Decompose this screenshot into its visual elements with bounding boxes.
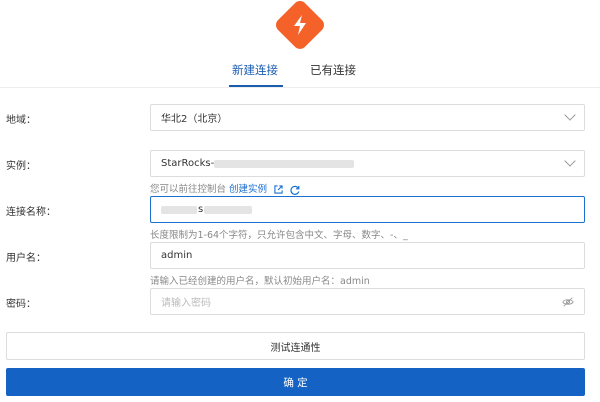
external-link-icon[interactable]: [274, 185, 283, 194]
instance-hint: 您可以前往控制台 创建实例: [150, 181, 300, 195]
create-instance-link[interactable]: 创建实例: [229, 184, 267, 195]
username-input[interactable]: admin: [150, 242, 585, 269]
redacted-instance-id: [214, 159, 355, 168]
connection-name-visible-char: s: [198, 204, 204, 215]
password-placeholder: 请输入密码: [161, 298, 211, 309]
tab-new-connection[interactable]: 新建连接: [232, 62, 278, 78]
region-value: 华北2（北京）: [161, 114, 228, 125]
username-hint: 请输入已经创建的用户名，默认初始用户名：admin: [150, 276, 370, 287]
connection-name-input[interactable]: s: [150, 196, 585, 223]
instance-hint-text: 您可以前往控制台: [150, 184, 227, 195]
instance-label: 实例：: [6, 161, 36, 172]
username-label: 用户名：: [6, 253, 46, 264]
password-input[interactable]: 请输入密码: [150, 288, 585, 315]
region-select[interactable]: 华北2（北京）: [150, 104, 585, 131]
refresh-icon[interactable]: [290, 185, 300, 195]
tabs-divider: [0, 87, 600, 88]
redacted-name-part: [204, 205, 253, 214]
eye-off-icon[interactable]: [562, 296, 574, 308]
brand-logo-icon: [273, 0, 327, 52]
tab-existing-connection[interactable]: 已有连接: [310, 62, 356, 78]
connection-name-hint: 长度限制为1-64个字符，只允许包含中文、字母、数字、-、_: [150, 230, 408, 241]
test-connectivity-button[interactable]: 测试连通性: [6, 332, 585, 360]
connection-name-label: 连接名称：: [6, 207, 56, 218]
password-label: 密码：: [6, 299, 36, 310]
chevron-down-icon: [564, 109, 576, 121]
instance-value: StarRocks-: [161, 158, 215, 169]
redacted-name-part: [161, 205, 197, 214]
chevron-down-icon: [564, 155, 576, 167]
confirm-button[interactable]: 确 定: [6, 368, 585, 396]
instance-select[interactable]: StarRocks-: [150, 150, 585, 177]
region-label: 地域：: [6, 115, 36, 126]
username-value: admin: [161, 250, 193, 261]
